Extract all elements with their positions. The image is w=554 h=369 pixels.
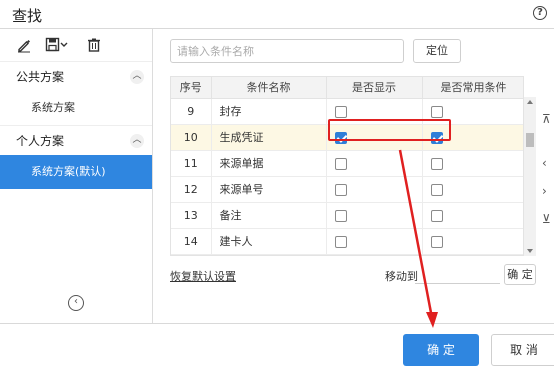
table-header-row: 序号 条件名称 是否显示 是否常用条件 bbox=[171, 77, 523, 99]
scheme-toolbar bbox=[0, 29, 152, 61]
chevron-up-icon[interactable]: ︿ bbox=[130, 134, 144, 148]
move-to-label: 移动到 bbox=[385, 270, 418, 283]
show-checkbox[interactable] bbox=[334, 157, 347, 170]
condition-name-cell: 封存 bbox=[211, 98, 327, 125]
column-header-name: 条件名称 bbox=[211, 77, 327, 99]
show-checkbox[interactable] bbox=[334, 235, 347, 248]
locate-button[interactable]: 定位 bbox=[413, 39, 461, 63]
table-row[interactable]: 15建卡日期 bbox=[171, 254, 523, 255]
scroll-down-arrow-icon[interactable] bbox=[527, 249, 533, 253]
save-dropdown-icon[interactable] bbox=[45, 37, 69, 53]
row-move-controls: ⊼ ‹ › ⊻ bbox=[540, 112, 554, 232]
column-header-common: 是否常用条件 bbox=[422, 77, 523, 99]
table-scrollbar[interactable] bbox=[524, 97, 536, 256]
show-checkbox-cell bbox=[326, 228, 423, 255]
row-number-cell: 13 bbox=[171, 202, 212, 229]
move-top-icon[interactable]: ⊼ bbox=[542, 112, 551, 126]
chevron-up-icon[interactable]: ︿ bbox=[130, 70, 144, 84]
condition-search-input[interactable] bbox=[170, 39, 404, 63]
group-personal-schemes[interactable]: 个人方案 ︿ bbox=[0, 125, 152, 155]
column-header-show: 是否显示 bbox=[326, 77, 423, 99]
dialog-title: 查找 bbox=[12, 7, 43, 25]
restore-defaults-link[interactable]: 恢复默认设置 bbox=[170, 268, 236, 284]
show-checkbox[interactable] bbox=[334, 209, 347, 222]
show-checkbox-cell bbox=[326, 150, 423, 177]
show-checkbox[interactable] bbox=[334, 105, 347, 118]
column-header-no: 序号 bbox=[171, 77, 212, 99]
row-number-cell: 10 bbox=[171, 124, 212, 151]
help-circle-icon[interactable]: ? bbox=[533, 6, 547, 20]
row-number-cell: 9 bbox=[171, 98, 212, 125]
show-checkbox[interactable] bbox=[334, 183, 347, 196]
move-down-icon[interactable]: › bbox=[542, 184, 547, 198]
condition-name-cell: 来源单据 bbox=[211, 150, 327, 177]
condition-name-cell: 建卡人 bbox=[211, 228, 327, 255]
show-checkbox-cell bbox=[326, 254, 423, 255]
move-to-input[interactable] bbox=[415, 264, 500, 284]
group-public-schemes[interactable]: 公共方案 ︿ bbox=[0, 61, 152, 91]
condition-name-cell: 生成凭证 bbox=[211, 124, 327, 151]
row-number-cell: 12 bbox=[171, 176, 212, 203]
table-row[interactable]: 13 备注 bbox=[171, 202, 523, 229]
condition-name-cell: 备注 bbox=[211, 202, 327, 229]
ok-button[interactable]: 确 定 bbox=[403, 334, 479, 366]
scheme-sidebar: 公共方案 ︿ 系统方案 个人方案 ︿ 系统方案(默认) ‹ bbox=[0, 29, 153, 323]
table-row[interactable]: 11 来源单据 bbox=[171, 150, 523, 177]
conditions-table: 序号 条件名称 是否显示 是否常用条件 9 封存 10 生成凭证 11 来源单据 12 来源单… bbox=[170, 76, 524, 256]
common-checkbox[interactable] bbox=[430, 235, 443, 248]
table-row[interactable]: 14 建卡人 bbox=[171, 228, 523, 255]
cancel-button[interactable]: 取 消 bbox=[491, 334, 554, 366]
move-up-icon[interactable]: ‹ bbox=[542, 156, 547, 170]
delete-icon[interactable] bbox=[86, 37, 102, 53]
condition-name-cell: 来源单号 bbox=[211, 176, 327, 203]
common-checkbox-cell bbox=[422, 176, 523, 203]
show-checkbox-cell bbox=[326, 176, 423, 203]
common-checkbox[interactable] bbox=[430, 105, 443, 118]
scroll-up-arrow-icon[interactable] bbox=[527, 100, 533, 104]
scheme-item-system[interactable]: 系统方案 bbox=[0, 91, 152, 125]
highlight-annotation-box bbox=[328, 119, 451, 141]
scheme-item-system-default[interactable]: 系统方案(默认) bbox=[0, 155, 152, 189]
table-row[interactable]: 12 来源单号 bbox=[171, 176, 523, 203]
dialog-titlebar: 查找 ? bbox=[0, 0, 554, 29]
common-checkbox-cell bbox=[422, 228, 523, 255]
row-number-cell: 15 bbox=[171, 254, 212, 255]
common-checkbox-cell bbox=[422, 254, 523, 255]
show-checkbox-cell bbox=[326, 202, 423, 229]
common-checkbox[interactable] bbox=[430, 157, 443, 170]
common-checkbox-cell bbox=[422, 202, 523, 229]
edit-icon[interactable] bbox=[16, 37, 32, 53]
condition-name-cell: 建卡日期 bbox=[211, 254, 327, 255]
move-bottom-icon[interactable]: ⊻ bbox=[542, 212, 551, 226]
row-number-cell: 14 bbox=[171, 228, 212, 255]
row-number-cell: 11 bbox=[171, 150, 212, 177]
scrollbar-thumb[interactable] bbox=[526, 133, 534, 147]
chevron-left-circle-icon[interactable]: ‹ bbox=[68, 295, 84, 311]
move-to-confirm-button[interactable]: 确 定 bbox=[504, 264, 536, 285]
common-checkbox[interactable] bbox=[430, 209, 443, 222]
common-checkbox[interactable] bbox=[430, 183, 443, 196]
common-checkbox-cell bbox=[422, 150, 523, 177]
